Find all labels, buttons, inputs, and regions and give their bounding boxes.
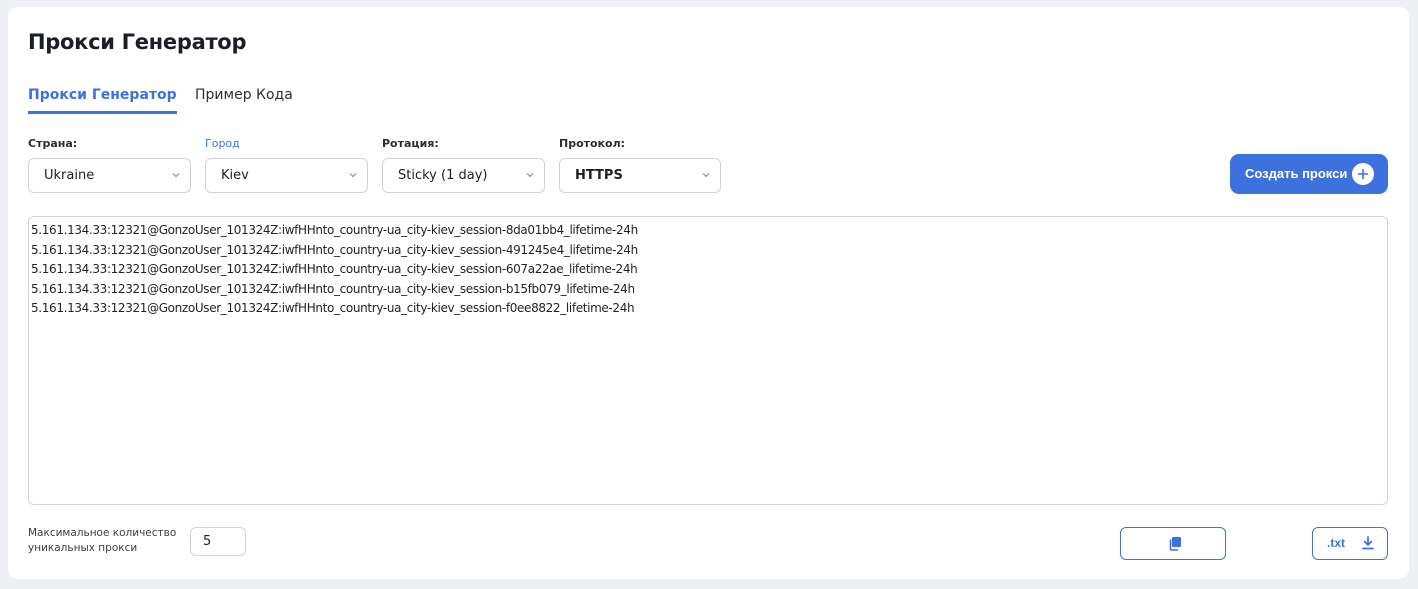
proxy-line: 5.161.134.33:12321@GonzoUser_101324Z:iwf… <box>31 281 635 296</box>
city-select-value: Kiev <box>221 168 249 183</box>
protocol-select[interactable]: HTTPS <box>559 158 721 193</box>
tab-code-example[interactable]: Пример Кода <box>195 85 293 109</box>
chevron-down-icon <box>702 173 710 178</box>
create-proxy-button[interactable]: Создать прокси <box>1230 154 1388 194</box>
copy-icon <box>1169 537 1181 551</box>
city-label: Город <box>205 137 240 150</box>
country-select-value: Ukraine <box>44 168 95 183</box>
city-field: Город <box>205 137 240 153</box>
max-unique-proxies-label: Максимальное количество уникальных прокс… <box>28 527 177 554</box>
city-select[interactable]: Kiev <box>205 158 368 193</box>
download-txt-label: .txt <box>1327 536 1345 550</box>
proxy-line: 5.161.134.33:12321@GonzoUser_101324Z:iwf… <box>31 301 635 315</box>
chevron-down-icon <box>526 173 534 178</box>
rotation-label: Ротация: <box>382 137 439 150</box>
protocol-select-value: HTTPS <box>575 168 623 183</box>
proxy-line: 5.161.134.33:12321@GonzoUser_101324Z:iwf… <box>31 242 638 257</box>
proxy-line: 5.161.134.33:12321@GonzoUser_101324Z:iwf… <box>31 223 638 237</box>
copy-button[interactable] <box>1120 527 1226 560</box>
page-title: Прокси Генератор <box>28 30 247 54</box>
download-txt-button[interactable]: .txt <box>1312 527 1388 560</box>
chevron-down-icon <box>172 173 180 178</box>
plus-circle-icon <box>1352 163 1374 185</box>
download-icon <box>1362 536 1374 550</box>
rotation-select-value: Sticky (1 day) <box>398 168 488 183</box>
proxy-count-input[interactable] <box>190 527 246 556</box>
chevron-down-icon <box>349 173 357 178</box>
tab-proxy-generator[interactable]: Прокси Генератор <box>28 85 177 114</box>
proxy-output-textarea[interactable]: 5.161.134.33:12321@GonzoUser_101324Z:iwf… <box>28 216 1388 505</box>
proxy-line: 5.161.134.33:12321@GonzoUser_101324Z:iwf… <box>31 262 638 276</box>
protocol-label: Протокол: <box>559 137 626 150</box>
country-field: Страна: <box>28 137 77 153</box>
rotation-select[interactable]: Sticky (1 day) <box>382 158 545 193</box>
protocol-field: Протокол: <box>559 137 625 153</box>
proxy-generator-card: Прокси Генератор Прокси Генератор Пример… <box>8 7 1409 579</box>
country-label: Страна: <box>28 137 78 150</box>
country-select[interactable]: Ukraine <box>28 158 191 193</box>
rotation-field: Ротация: <box>382 137 439 153</box>
create-proxy-label: Создать прокси <box>1245 166 1348 181</box>
